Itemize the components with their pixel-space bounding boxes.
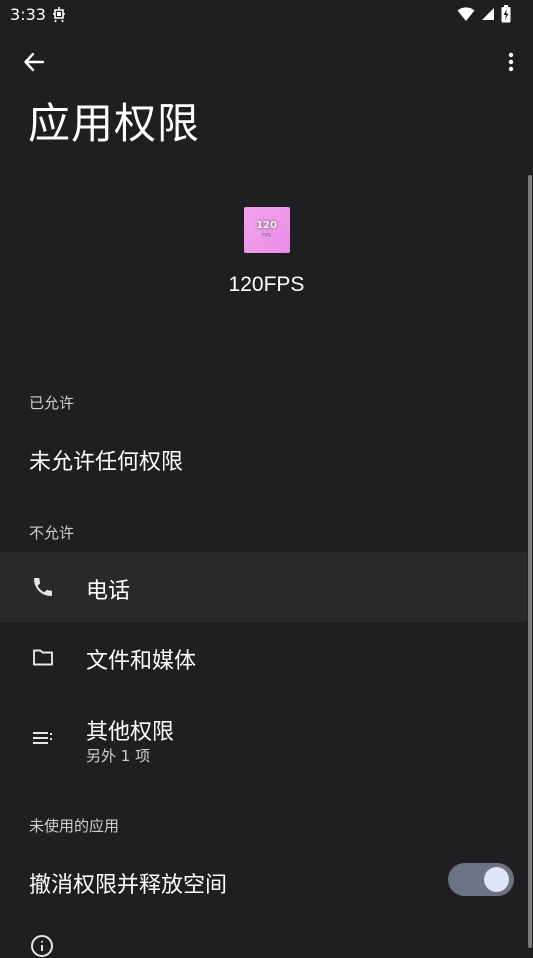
toggle-knob <box>484 867 509 892</box>
permission-label: 其他权限 <box>86 720 175 745</box>
revoke-permissions-toggle[interactable] <box>448 863 514 896</box>
wifi-icon <box>457 7 475 21</box>
app-icon-subtext: FPS <box>261 233 272 239</box>
battery-charging-icon <box>501 5 511 23</box>
revoke-permissions-row[interactable]: 撤消权限并释放空间 <box>0 845 527 917</box>
more-vert-icon <box>508 52 514 72</box>
arrow-back-icon <box>24 52 45 72</box>
app-bar <box>0 40 533 84</box>
permission-label: 电话 <box>86 579 131 604</box>
signal-icon <box>482 8 494 20</box>
revoke-permissions-label: 撤消权限并释放空间 <box>29 873 228 898</box>
section-header-allowed: 已允许 <box>29 394 75 412</box>
more-options-button[interactable] <box>503 46 519 78</box>
app-icon-text: 120 <box>256 220 277 231</box>
app-name: 120FPS <box>228 273 305 296</box>
allowed-empty-text: 未允许任何权限 <box>29 450 184 475</box>
permission-item-files-media[interactable]: 文件和媒体 <box>0 622 527 692</box>
info-icon <box>31 935 53 957</box>
section-header-unused: 未使用的应用 <box>29 817 120 835</box>
page-title: 应用权限 <box>28 99 201 148</box>
permission-label: 文件和媒体 <box>86 649 197 674</box>
list-icon <box>29 724 57 752</box>
permission-item-phone[interactable]: 电话 <box>0 552 527 622</box>
status-icons <box>457 4 511 24</box>
phone-icon <box>29 573 57 601</box>
status-bar: 3:33 <box>0 0 533 30</box>
status-time: 3:33 <box>10 5 46 24</box>
app-icon: 120 FPS <box>243 207 290 253</box>
permission-item-other[interactable]: 其他权限 另外 1 项 <box>0 700 527 780</box>
permission-sublabel: 另外 1 项 <box>86 747 151 765</box>
notification-bug-icon <box>53 7 65 23</box>
app-header: 120 FPS 120FPS <box>0 207 533 297</box>
back-button[interactable] <box>18 46 50 78</box>
section-header-denied: 不允许 <box>29 524 75 542</box>
folder-icon <box>29 643 57 671</box>
